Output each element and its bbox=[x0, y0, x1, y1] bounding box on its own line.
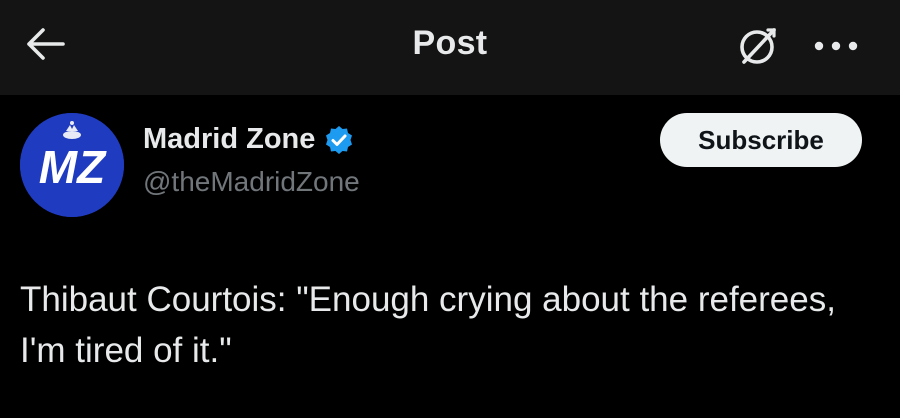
top-bar: Post bbox=[0, 0, 900, 95]
author-name[interactable]: Madrid Zone bbox=[143, 123, 355, 156]
grok-button[interactable] bbox=[732, 20, 784, 72]
avatar[interactable]: MZ bbox=[20, 113, 124, 217]
more-horizontal-icon bbox=[814, 41, 858, 51]
avatar-letters: MZ bbox=[39, 141, 107, 193]
author-name-text: Madrid Zone bbox=[143, 123, 316, 155]
post-text: Thibaut Courtois: "Enough crying about t… bbox=[20, 280, 836, 370]
subscribe-button[interactable]: Subscribe bbox=[660, 113, 862, 167]
author-handle[interactable]: @theMadridZone bbox=[143, 166, 360, 198]
verified-badge-icon bbox=[326, 125, 353, 154]
grok-icon bbox=[740, 28, 776, 64]
more-options-button[interactable] bbox=[808, 24, 864, 68]
